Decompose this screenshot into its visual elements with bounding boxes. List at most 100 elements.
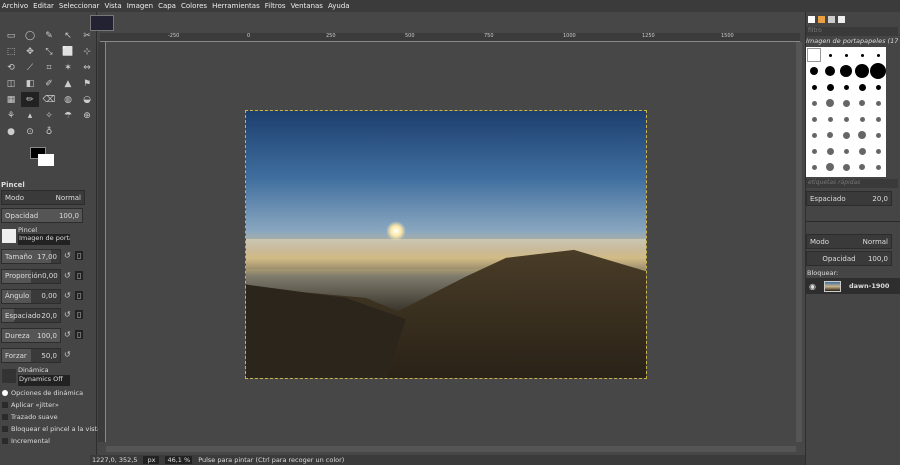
vertical-scrollbar[interactable] bbox=[796, 42, 802, 442]
brush-swatch[interactable] bbox=[825, 66, 835, 76]
tool-icon-13[interactable]: ✶ bbox=[59, 60, 77, 75]
brush-swatch[interactable] bbox=[875, 116, 881, 122]
brush-swatch[interactable] bbox=[843, 116, 849, 122]
tool-icon-28[interactable]: ☂ bbox=[59, 108, 77, 123]
tag-input[interactable]: etiquetas rápidas bbox=[806, 179, 898, 188]
tool-icon-25[interactable]: ⚘ bbox=[2, 108, 20, 123]
brush-swatch[interactable] bbox=[842, 131, 850, 139]
brush-swatch[interactable] bbox=[859, 116, 865, 122]
menu-8[interactable]: Filtros bbox=[265, 2, 286, 10]
brush-swatch[interactable] bbox=[875, 84, 881, 90]
tool-icon-29[interactable]: ⊕ bbox=[78, 108, 96, 123]
layer-mode-select[interactable]: Modo Normal bbox=[806, 234, 892, 249]
tool-icon-19[interactable]: ⚑ bbox=[78, 76, 96, 91]
brush-swatch[interactable] bbox=[843, 84, 849, 90]
vertical-ruler[interactable] bbox=[98, 42, 106, 442]
tool-icon-31[interactable]: ⊙ bbox=[21, 124, 39, 139]
tool-icon-20[interactable]: ▦ bbox=[2, 92, 20, 107]
tool-icon-9[interactable]: ⊹ bbox=[78, 44, 96, 59]
slider-2[interactable]: Ángulo 0,00 bbox=[1, 288, 61, 304]
brush-swatch[interactable] bbox=[858, 83, 866, 91]
option-checkbox-2[interactable]: Trazado suave bbox=[2, 413, 58, 421]
slider-4[interactable]: Dureza 100,0 bbox=[1, 328, 61, 344]
tool-icon-17[interactable]: ✐ bbox=[40, 76, 58, 91]
brush-swatch[interactable] bbox=[811, 84, 817, 90]
tool-icon-7[interactable]: ⤡ bbox=[40, 44, 58, 59]
brush-swatch[interactable] bbox=[842, 163, 850, 171]
brush-swatch[interactable] bbox=[811, 148, 817, 154]
brush-filter-input[interactable]: filtro bbox=[806, 27, 898, 36]
tool-icon-5[interactable]: ⬚ bbox=[2, 44, 20, 59]
brush-swatch[interactable] bbox=[811, 116, 817, 122]
option-checkbox-1[interactable]: Aplicar «jitter» bbox=[2, 401, 59, 409]
link-icon[interactable]: ▯ bbox=[75, 270, 84, 280]
brush-spacing-slider[interactable]: Espaciado 20,0 bbox=[806, 191, 892, 206]
tool-icon-24[interactable]: ◒ bbox=[78, 92, 96, 107]
tool-icon-32[interactable]: ♁ bbox=[40, 124, 58, 139]
menu-10[interactable]: Ayuda bbox=[328, 2, 350, 10]
brush-swatch[interactable] bbox=[870, 63, 886, 79]
brush-swatch[interactable] bbox=[855, 64, 869, 78]
mode-select[interactable]: Modo Normal bbox=[1, 190, 85, 205]
brush-swatch[interactable] bbox=[826, 147, 834, 155]
brush-swatch[interactable] bbox=[840, 65, 852, 77]
slider-5[interactable]: Forzar 50,0 bbox=[1, 348, 61, 363]
horizontal-scrollbar[interactable] bbox=[106, 446, 796, 452]
brush-swatch[interactable] bbox=[807, 48, 821, 62]
reset-icon[interactable]: ↺ bbox=[64, 291, 71, 300]
document-tab[interactable] bbox=[838, 16, 845, 23]
patterns-tab[interactable] bbox=[818, 16, 825, 23]
tool-icon-21[interactable]: ✏ bbox=[21, 92, 39, 107]
brush-swatch[interactable] bbox=[810, 67, 818, 75]
brush-swatch[interactable] bbox=[827, 116, 833, 122]
zoom-select[interactable]: 46,1 % bbox=[165, 456, 193, 464]
dynamics-icon[interactable] bbox=[2, 369, 16, 383]
tool-icon-10[interactable]: ⟲ bbox=[2, 60, 20, 75]
tool-icon-11[interactable]: ⟋ bbox=[21, 60, 39, 75]
tool-icon-26[interactable]: ▴ bbox=[21, 108, 39, 123]
tool-icon-14[interactable]: ⇔ bbox=[78, 60, 96, 75]
option-checkbox-0[interactable]: Opciones de dinámica bbox=[2, 389, 83, 397]
brush-swatch[interactable] bbox=[844, 53, 848, 57]
brush-swatch[interactable] bbox=[875, 164, 881, 170]
link-icon[interactable]: ▯ bbox=[75, 330, 84, 340]
tool-icon-16[interactable]: ◧ bbox=[21, 76, 39, 91]
layer-opacity-slider[interactable]: Opacidad 100,0 bbox=[806, 251, 892, 266]
brush-swatch[interactable] bbox=[858, 147, 866, 155]
unit-select[interactable]: px bbox=[143, 456, 160, 464]
brush-swatch[interactable] bbox=[827, 132, 833, 138]
tool-icon-0[interactable]: ▭ bbox=[2, 28, 20, 43]
brush-swatch[interactable] bbox=[858, 131, 866, 139]
slider-1[interactable]: Proporción 0,00 bbox=[1, 268, 61, 284]
background-color[interactable] bbox=[38, 154, 54, 166]
brush-swatch[interactable] bbox=[811, 132, 817, 138]
image-canvas[interactable] bbox=[245, 110, 647, 379]
menu-2[interactable]: Seleccionar bbox=[59, 2, 100, 10]
reset-icon[interactable]: ↺ bbox=[64, 271, 71, 280]
link-icon[interactable]: ▯ bbox=[75, 290, 84, 300]
menu-1[interactable]: Editar bbox=[33, 2, 54, 10]
menu-5[interactable]: Capa bbox=[158, 2, 176, 10]
brush-swatch[interactable] bbox=[811, 100, 817, 106]
link-icon[interactable]: ▯ bbox=[75, 251, 84, 260]
brush-swatch[interactable] bbox=[826, 83, 834, 91]
tool-icon-1[interactable]: ◯ bbox=[21, 28, 39, 43]
brush-swatch[interactable] bbox=[826, 163, 834, 171]
brush-swatch[interactable] bbox=[875, 148, 881, 154]
brush-swatch[interactable] bbox=[860, 53, 864, 57]
dynamics-value[interactable]: Dynamics Off bbox=[18, 375, 70, 386]
tool-icon-27[interactable]: ✧ bbox=[40, 108, 58, 123]
brush-swatch[interactable] bbox=[875, 132, 881, 138]
reset-icon[interactable]: ↺ bbox=[64, 251, 71, 260]
menu-4[interactable]: Imagen bbox=[127, 2, 153, 10]
brush-name[interactable]: Imagen de portapapeles bbox=[18, 234, 70, 245]
tool-icon-18[interactable]: ▲ bbox=[59, 76, 77, 91]
reset-icon[interactable]: ↺ bbox=[64, 330, 71, 339]
tool-icon-30[interactable]: ● bbox=[2, 124, 20, 139]
brush-swatch[interactable] bbox=[826, 99, 834, 107]
fonts-tab[interactable] bbox=[828, 16, 835, 23]
brush-swatch[interactable] bbox=[842, 99, 850, 107]
menu-9[interactable]: Ventanas bbox=[291, 2, 323, 10]
brush-swatch[interactable] bbox=[875, 100, 881, 106]
menu-6[interactable]: Colores bbox=[181, 2, 207, 10]
